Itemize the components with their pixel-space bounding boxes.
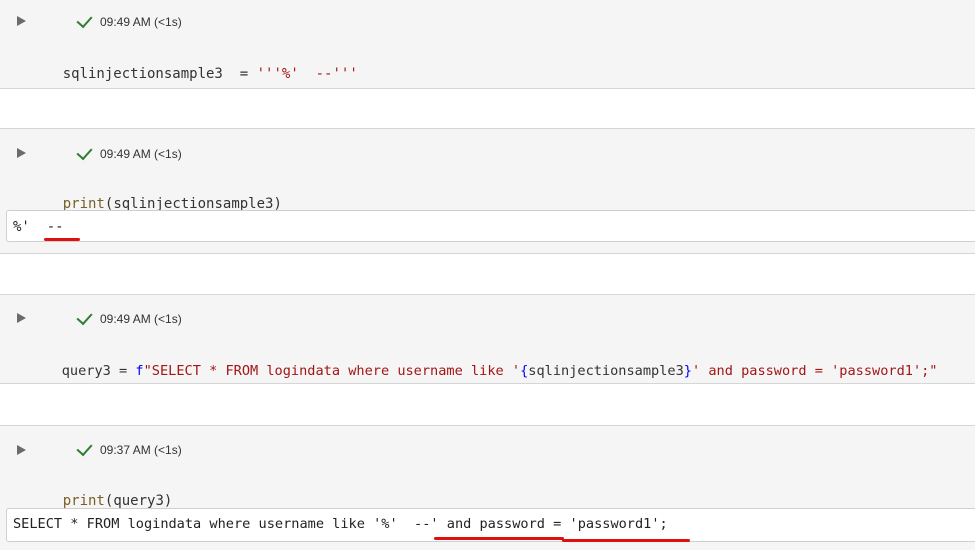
interpolated-variable: sqlinjectionsample3	[528, 363, 684, 379]
notebook-cell-3[interactable]: 09:49 AM (<1s) query3 = f"SELECT * FROM …	[0, 294, 975, 384]
notebook-cell-2[interactable]: 09:49 AM (<1s) print(sqlinjectionsample3…	[0, 128, 975, 254]
success-check-icon	[76, 439, 93, 457]
cell-status-time: 09:49 AM (<1s)	[100, 15, 182, 29]
fstring-prefix: f	[135, 363, 144, 379]
variable-name: query3	[61, 363, 111, 379]
code-line[interactable]: sqlinjectionsample3 = '''%' --'''	[29, 50, 358, 98]
output-text: SELECT * FROM logindata where username l…	[13, 516, 668, 532]
output-text: %' --	[13, 219, 64, 235]
code-line[interactable]: query3 = f"SELECT * FROM logindata where…	[29, 347, 938, 395]
run-cell-icon[interactable]	[17, 313, 26, 323]
success-check-icon	[76, 11, 93, 29]
cell-status-time: 09:49 AM (<1s)	[100, 147, 182, 161]
notebook-cell-4[interactable]: 09:37 AM (<1s) print(query3) SELECT * FR…	[0, 425, 975, 550]
string-literal: "SELECT * FROM logindata where username …	[143, 363, 521, 379]
cell-status-time: 09:49 AM (<1s)	[100, 312, 182, 326]
run-cell-icon[interactable]	[17, 445, 26, 455]
argument: query3	[113, 493, 164, 509]
success-check-icon	[76, 143, 93, 161]
annotation-underline	[434, 537, 564, 540]
string-literal: ' and password = 'password1';"	[691, 363, 938, 379]
annotation-underline	[44, 238, 80, 241]
cell-output	[6, 210, 975, 242]
success-check-icon	[76, 308, 93, 326]
function-name: print	[62, 493, 105, 509]
annotation-underline	[562, 539, 690, 542]
notebook-cell-1[interactable]: 09:49 AM (<1s) sqlinjectionsample3 = '''…	[0, 0, 975, 89]
run-cell-icon[interactable]	[17, 16, 26, 26]
string-literal: '''%' --'''	[256, 66, 358, 82]
variable-name: sqlinjectionsample3	[62, 66, 223, 82]
assign-operator: =	[239, 66, 249, 82]
cell-status-time: 09:37 AM (<1s)	[100, 443, 182, 457]
run-cell-icon[interactable]	[17, 148, 26, 158]
